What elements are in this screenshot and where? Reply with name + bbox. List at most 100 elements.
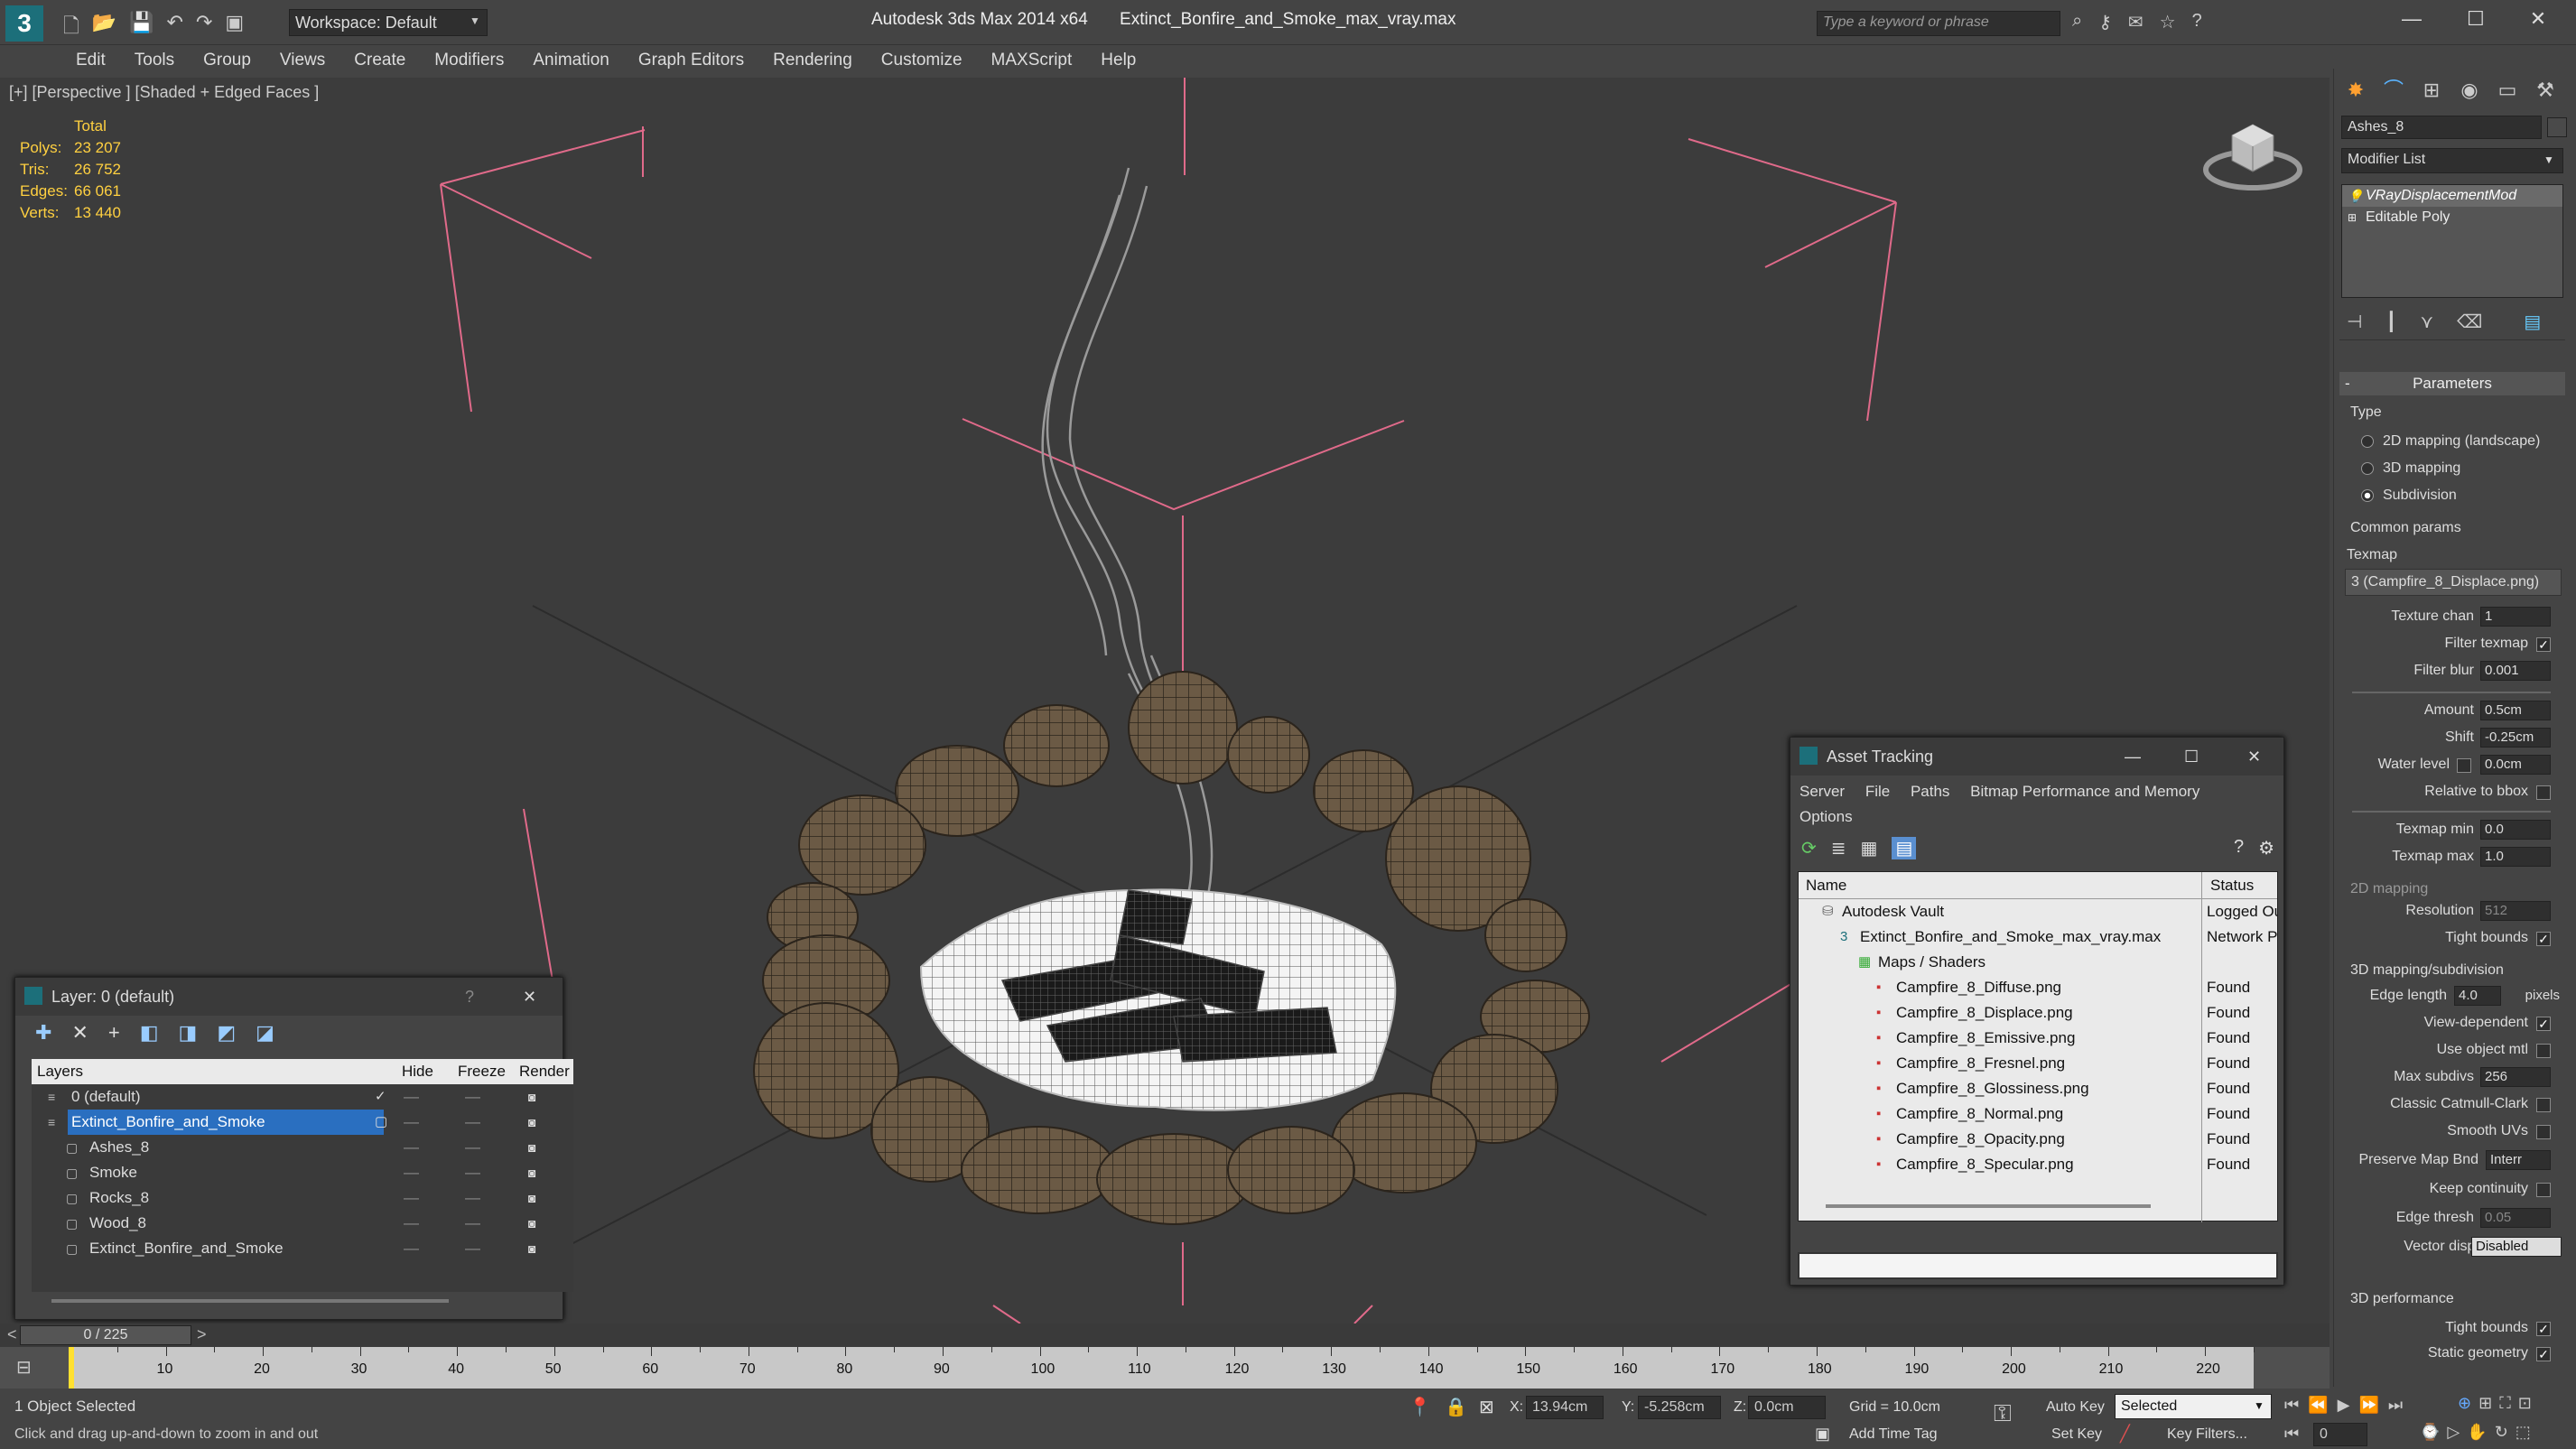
menu-options[interactable]: Options [1799,808,1853,825]
menu-help[interactable]: Help [1086,45,1150,76]
z-coordinate-field[interactable]: 0.0cm [1748,1396,1826,1419]
close-icon[interactable]: ✕ [2530,7,2546,31]
column-divider[interactable] [2201,872,2202,899]
texmap-min-spinner[interactable]: 0.0 [2480,820,2551,840]
layer-row[interactable]: ▢ Rocks_8 — — ◙ [32,1185,573,1211]
menu-file[interactable]: File [1865,783,1890,800]
smooth-uvs-checkbox[interactable] [2536,1125,2551,1139]
render-toggle-icon[interactable]: ◙ [528,1236,535,1261]
create-tab-icon[interactable]: ✸ [2338,72,2374,108]
object-name-field[interactable]: Ashes_8 [2341,116,2542,139]
select-objects-icon[interactable]: ◧ [140,1021,159,1045]
column-render[interactable]: Render [519,1059,570,1084]
menu-views[interactable]: Views [265,45,339,76]
static-geometry-checkbox[interactable]: ✓ [2536,1347,2551,1361]
render-toggle-icon[interactable]: ◙ [528,1211,535,1236]
make-unique-icon[interactable]: ⋎ [2420,311,2433,333]
orbit-icon[interactable]: ↻ [2495,1423,2508,1442]
menu-maxscript[interactable]: MAXScript [977,45,1087,76]
auto-key-button[interactable]: Auto Key [2046,1399,2105,1416]
highlight-layer-icon[interactable]: ◨ [179,1021,198,1045]
freeze-toggle[interactable]: — [465,1160,480,1185]
help-icon[interactable]: ? [2234,837,2244,859]
track-bar[interactable]: ⊟ 10 20 30 40 50 60 70 80 90 100 110 120 130 140 150 16… [0,1347,2330,1389]
texmap-button[interactable]: 3 (Campfire_8_Displace.png) [2345,569,2562,596]
app-logo-icon[interactable]: 3 [5,5,43,42]
modifier-stack-item-editable-poly[interactable]: ⊞ Editable Poly [2342,207,2562,228]
hide-toggle[interactable]: — [404,1160,419,1185]
search-input[interactable]: Type a keyword or phrase [1817,11,2060,36]
pan-view-icon[interactable]: ✋ [2467,1423,2487,1442]
y-coordinate-field[interactable]: -5.258cm [1638,1396,1721,1419]
layer-dialog-titlebar[interactable]: Layer: 0 (default) ? ✕ [15,978,563,1016]
project-icon[interactable]: ▣ [225,11,244,45]
utilities-tab-icon[interactable]: ⚒ [2527,72,2563,108]
go-to-start-icon[interactable]: ⏮ [2284,1396,2299,1415]
edge-thresh-spinner[interactable]: 0.05 [2480,1208,2551,1228]
layer-row[interactable]: ▢ Smoke — — ◙ [32,1160,573,1185]
motion-tab-icon[interactable]: ◉ [2451,72,2488,108]
use-object-mtl-checkbox[interactable] [2536,1044,2551,1058]
resolution-spinner[interactable]: 512 [2480,901,2551,921]
maximize-icon[interactable]: ☐ [2467,7,2485,31]
binoculars-icon[interactable]: ⌕ [2072,11,2082,33]
dropdown-arrow-icon[interactable]: ▼ [2254,1399,2264,1412]
expand-icon[interactable]: ⊞ [2348,207,2357,228]
asset-row[interactable]: ▪ Campfire_8_Fresnel.png Found [1799,1051,2277,1076]
freeze-toggle[interactable]: — [465,1236,480,1261]
freeze-toggle[interactable]: — [465,1084,480,1110]
zoom-all-icon[interactable]: ⊞ [2478,1394,2492,1413]
menu-graph-editors[interactable]: Graph Editors [624,45,758,76]
layer-scrollbar[interactable] [51,1299,449,1303]
shift-spinner[interactable]: -0.25cm [2480,728,2551,748]
key-mode-icon[interactable]: ⏮ [2284,1425,2299,1444]
asset-row[interactable]: ▪ Campfire_8_Specular.png Found [1799,1152,2277,1177]
hide-all-layers-icon[interactable]: ◩ [217,1021,236,1045]
freeze-all-layers-icon[interactable]: ◪ [256,1021,274,1045]
relative-bbox-checkbox[interactable] [2536,785,2551,800]
asset-row[interactable]: ▦ Maps / Shaders [1799,950,2277,975]
layer-row[interactable]: ▢ Ashes_8 — — ◙ [32,1135,573,1160]
render-toggle-icon[interactable]: ◙ [528,1160,535,1185]
communication-icon[interactable]: ✉ [2128,11,2144,33]
active-layer-icon[interactable]: ✓ [375,1084,386,1110]
menu-server[interactable]: Server [1799,783,1845,800]
menu-paths[interactable]: Paths [1911,783,1949,800]
texture-chan-spinner[interactable]: 1 [2480,607,2551,627]
field-of-view-icon[interactable]: ▷ [2447,1423,2460,1442]
hide-toggle[interactable]: — [404,1084,419,1110]
menu-tools[interactable]: Tools [120,45,189,76]
menu-create[interactable]: Create [339,45,420,76]
pin-stack-icon[interactable]: ⊣ [2347,311,2362,333]
menu-edit[interactable]: Edit [61,45,120,76]
minimize-icon[interactable]: — [2402,7,2422,31]
time-configuration-icon[interactable]: ⌚ [2420,1423,2440,1442]
freeze-toggle[interactable]: — [465,1211,480,1236]
asset-dialog-titlebar[interactable]: Asset Tracking — ☐ ✕ [1790,738,2283,776]
active-layer-icon[interactable]: ▢ [375,1110,387,1135]
layer-row[interactable]: ▢ Extinct_Bonfire_and_Smoke — — ◙ [32,1236,573,1261]
zoom-extents-icon[interactable]: ⛶ [2499,1394,2511,1413]
asset-row[interactable]: ▪ Campfire_8_Opacity.png Found [1799,1127,2277,1152]
table-view-icon[interactable]: ▤ [1892,837,1917,859]
preserve-map-bnd-dropdown[interactable]: Interr [2486,1150,2551,1170]
asset-row[interactable]: 3 Extinct_Bonfire_and_Smoke_max_vray.max N… [1799,924,2277,950]
menu-rendering[interactable]: Rendering [758,45,867,76]
maximize-viewport-icon[interactable]: ⬚ [2516,1423,2531,1442]
layer-name[interactable]: Wood_8 [86,1211,150,1236]
set-key-mode-icon[interactable]: ⚿ [1994,1399,2012,1428]
max-subdivs-spinner[interactable]: 256 [2480,1067,2551,1087]
key-icon[interactable]: ⚷ [2098,11,2112,33]
zoom-extents-all-icon[interactable]: ⊡ [2518,1394,2532,1413]
column-freeze[interactable]: Freeze [458,1059,506,1084]
add-time-tag-button[interactable]: Add Time Tag [1849,1426,1938,1443]
object-color-swatch[interactable] [2547,117,2567,137]
edge-length-spinner[interactable]: 4.0 [2454,986,2501,1006]
classic-catmull-checkbox[interactable] [2536,1098,2551,1112]
radio-icon[interactable] [2361,488,2374,502]
asset-row[interactable]: ▪ Campfire_8_Emissive.png Found [1799,1026,2277,1051]
modifier-list-dropdown[interactable]: Modifier List [2341,148,2563,173]
configure-modifier-sets-icon[interactable]: ▤ [2524,311,2541,333]
filter-texmap-checkbox[interactable]: ✓ [2536,637,2551,652]
menu-modifiers[interactable]: Modifiers [420,45,518,76]
